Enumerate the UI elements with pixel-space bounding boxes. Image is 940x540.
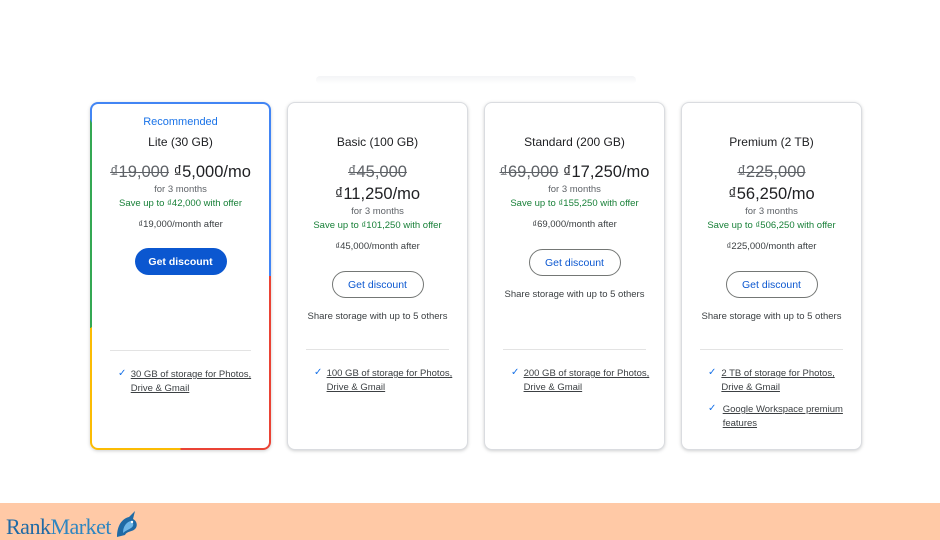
- old-price-line: ₫45,000: [288, 163, 467, 182]
- unicorn-icon: [113, 509, 141, 540]
- feature-link[interactable]: 30 GB of storage for Photos, Drive & Gma…: [131, 368, 259, 395]
- old-price: ₫19,000: [110, 163, 170, 181]
- get-discount-button[interactable]: Get discount: [725, 271, 818, 298]
- plan-card-standard: Standard (200 GB) ₫69,000 ₫17,250/mo for…: [484, 102, 665, 450]
- logo-rank: Rank: [6, 513, 51, 539]
- logo-text: RankMarket: [6, 514, 111, 540]
- check-icon: ✓: [314, 367, 323, 378]
- price-after: ₫45,000/month after: [335, 241, 420, 252]
- divider: [306, 349, 449, 350]
- feature-item: ✓ Google Workspace premium features: [708, 403, 851, 430]
- price-after: ₫225,000/month after: [726, 241, 817, 252]
- new-price: ₫56,250/mo: [728, 185, 815, 203]
- share-storage-text: Share storage with up to 5 others: [307, 311, 448, 322]
- savings-text: Save up to ₫155,250 with offer: [510, 198, 639, 209]
- get-discount-button[interactable]: Get discount: [331, 271, 424, 298]
- feature-link[interactable]: 200 GB of storage for Photos, Drive & Gm…: [524, 367, 654, 394]
- divider: [110, 350, 251, 351]
- rankmarket-logo[interactable]: RankMarket: [6, 509, 141, 540]
- recommended-label: Recommended: [143, 116, 218, 128]
- feature-link[interactable]: 2 TB of storage for Photos, Drive & Gmai…: [721, 367, 851, 394]
- feature-item: ✓ 200 GB of storage for Photos, Drive & …: [511, 367, 654, 394]
- new-price: ₫17,250/mo: [563, 163, 650, 181]
- plan-name: Basic (100 GB): [336, 135, 419, 149]
- offer-period: for 3 months: [548, 184, 601, 195]
- feature-item: ✓ 2 TB of storage for Photos, Drive & Gm…: [708, 367, 851, 394]
- plan-name: Lite (30 GB): [148, 135, 213, 149]
- check-icon: ✓: [708, 367, 717, 378]
- new-price-line: ₫56,250/mo: [682, 185, 861, 204]
- offer-period: for 3 months: [154, 184, 207, 195]
- check-icon: ✓: [511, 367, 520, 378]
- old-price-line: ₫225,000: [682, 163, 861, 182]
- feature-link[interactable]: 100 GB of storage for Photos, Drive & Gm…: [327, 367, 457, 394]
- new-price: ₫11,250/mo: [334, 185, 421, 203]
- offer-period: for 3 months: [745, 206, 798, 217]
- top-decoration: [316, 76, 636, 84]
- divider: [503, 349, 646, 350]
- get-discount-button[interactable]: Get discount: [528, 249, 621, 276]
- feature-item: ✓ 100 GB of storage for Photos, Drive & …: [314, 367, 457, 394]
- feature-item: ✓ 30 GB of storage for Photos, Drive & G…: [118, 368, 259, 395]
- check-icon: ✓: [118, 368, 127, 379]
- price-after: ₫69,000/month after: [532, 219, 617, 230]
- old-price: ₫225,000: [737, 163, 806, 181]
- savings-text: Save up to ₫101,250 with offer: [313, 220, 442, 231]
- price-line: ₫69,000 ₫17,250/mo: [485, 163, 664, 182]
- share-storage-text: Share storage with up to 5 others: [701, 311, 842, 322]
- logo-market: Market: [50, 513, 111, 539]
- plan-card-lite: Recommended Lite (30 GB) ₫19,000 ₫5,000/…: [90, 102, 271, 450]
- check-icon: ✓: [708, 403, 717, 414]
- offer-period: for 3 months: [351, 206, 404, 217]
- get-discount-button[interactable]: Get discount: [134, 248, 227, 275]
- footer-band: RankMarket: [0, 503, 940, 540]
- feature-link[interactable]: Google Workspace premium features: [723, 403, 851, 430]
- price-line: ₫19,000 ₫5,000/mo: [92, 163, 269, 182]
- savings-text: Save up to ₫42,000 with offer: [118, 198, 242, 209]
- price-after: ₫19,000/month after: [138, 219, 223, 230]
- new-price: ₫5,000/mo: [173, 163, 251, 181]
- divider: [700, 349, 843, 350]
- old-price: ₫45,000: [348, 163, 407, 181]
- savings-text: Save up to ₫506,250 with offer: [707, 220, 836, 231]
- plan-name: Standard (200 GB): [524, 135, 625, 149]
- old-price: ₫69,000: [499, 163, 559, 181]
- plan-name: Premium (2 TB): [729, 135, 814, 149]
- new-price-line: ₫11,250/mo: [288, 185, 467, 204]
- share-storage-text: Share storage with up to 5 others: [504, 289, 645, 300]
- plan-card-premium: Premium (2 TB) ₫225,000 ₫56,250/mo for 3…: [681, 102, 862, 450]
- plan-card-basic: Basic (100 GB) ₫45,000 ₫11,250/mo for 3 …: [287, 102, 468, 450]
